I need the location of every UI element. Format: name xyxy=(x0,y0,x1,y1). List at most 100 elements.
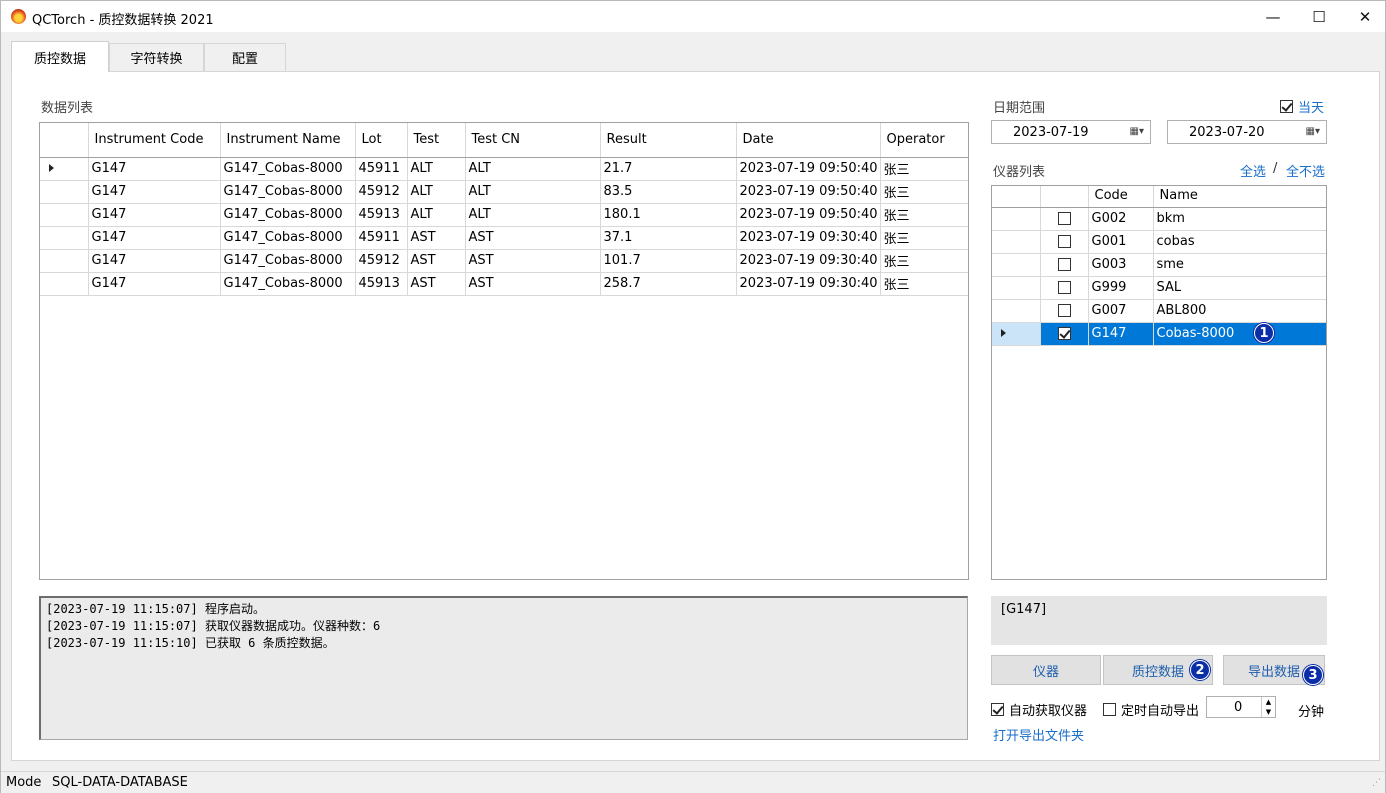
instrument-name[interactable]: bkm xyxy=(1153,207,1326,231)
instrument-checkbox[interactable] xyxy=(1057,235,1071,248)
table-row[interactable]: G147 G147_Cobas-8000 45913 AST AST 258.7 2023-… xyxy=(40,272,968,296)
instrument-row[interactable]: G002 bkm xyxy=(992,207,1326,231)
auto-export-option[interactable]: 定时自动导出 xyxy=(1103,700,1199,719)
instrument-row[interactable]: G147 Cobas-8000 xyxy=(992,322,1326,346)
spin-up-icon[interactable]: ▲ xyxy=(1261,697,1275,707)
maximize-button[interactable]: ☐ xyxy=(1296,1,1342,32)
row-header[interactable] xyxy=(40,272,89,296)
instrument-check-cell[interactable] xyxy=(1040,299,1089,323)
today-option[interactable]: 当天 xyxy=(1280,97,1324,116)
date-to-picker[interactable]: 2023-07-20 ▦▾ xyxy=(1167,120,1327,144)
calendar-dropdown-icon[interactable]: ▦▾ xyxy=(1306,126,1320,137)
col-header-instrument-name[interactable]: Instrument Name xyxy=(220,123,356,158)
table-cell[interactable]: ALT xyxy=(465,157,601,181)
col-header-result[interactable]: Result xyxy=(600,123,737,158)
table-cell[interactable]: G147_Cobas-8000 xyxy=(220,249,356,273)
table-cell[interactable]: ALT xyxy=(407,180,466,204)
table-cell[interactable]: 张三 xyxy=(880,157,968,181)
row-header[interactable] xyxy=(992,276,1041,300)
table-row[interactable]: G147 G147_Cobas-8000 45912 AST AST 101.7 2023-… xyxy=(40,249,968,273)
instrument-code[interactable]: G007 xyxy=(1088,299,1154,323)
instrument-name[interactable]: sme xyxy=(1153,253,1326,277)
table-cell[interactable]: 张三 xyxy=(880,272,968,296)
table-cell[interactable]: 2023-07-19 09:30:40 xyxy=(736,272,881,296)
table-cell[interactable]: 张三 xyxy=(880,203,968,227)
table-cell[interactable]: G147 xyxy=(88,203,221,227)
instrument-row[interactable]: G007 ABL800 xyxy=(992,299,1326,323)
table-cell[interactable]: ALT xyxy=(407,203,466,227)
table-cell[interactable]: AST xyxy=(407,249,466,273)
spin-down-icon[interactable]: ▼ xyxy=(1261,707,1275,717)
tab-config[interactable]: 配置 xyxy=(204,43,286,71)
row-header[interactable] xyxy=(992,230,1041,254)
table-cell[interactable]: G147_Cobas-8000 xyxy=(220,203,356,227)
instrument-checkbox[interactable] xyxy=(1057,304,1071,317)
table-cell[interactable]: G147_Cobas-8000 xyxy=(220,226,356,250)
auto-fetch-option[interactable]: 自动获取仪器 xyxy=(991,700,1087,719)
table-cell[interactable]: G147 xyxy=(88,157,221,181)
row-header[interactable] xyxy=(992,207,1041,231)
row-header[interactable] xyxy=(40,180,89,204)
auto-fetch-checkbox[interactable] xyxy=(991,703,1004,716)
col-header-test[interactable]: Test xyxy=(407,123,466,158)
instrument-row[interactable]: G003 sme xyxy=(992,253,1326,277)
table-cell[interactable]: 45912 xyxy=(355,249,408,273)
instrument-checkbox[interactable] xyxy=(1057,281,1071,294)
table-cell[interactable]: AST xyxy=(407,272,466,296)
col-header-name[interactable]: Name xyxy=(1153,186,1326,208)
table-cell[interactable]: 258.7 xyxy=(600,272,737,296)
instrument-check-cell[interactable] xyxy=(1040,253,1089,277)
row-header[interactable] xyxy=(40,157,89,181)
col-header-date[interactable]: Date xyxy=(736,123,881,158)
table-cell[interactable]: 2023-07-19 09:30:40 xyxy=(736,249,881,273)
row-header[interactable] xyxy=(40,249,89,273)
interval-value[interactable]: 0 xyxy=(1234,700,1242,715)
instrument-checkbox[interactable] xyxy=(1057,327,1071,340)
table-row[interactable]: G147 G147_Cobas-8000 45912 ALT ALT 83.5 2023-0… xyxy=(40,180,968,204)
resize-grip-icon[interactable]: ⋰ xyxy=(1372,778,1381,788)
table-cell[interactable]: 37.1 xyxy=(600,226,737,250)
select-all-link[interactable]: 全选 xyxy=(1240,161,1266,180)
table-cell[interactable]: 21.7 xyxy=(600,157,737,181)
instrument-code[interactable]: G147 xyxy=(1088,322,1154,346)
table-cell[interactable]: 83.5 xyxy=(600,180,737,204)
instrument-name[interactable]: SAL xyxy=(1153,276,1326,300)
table-cell[interactable]: 45913 xyxy=(355,203,408,227)
table-cell[interactable]: AST xyxy=(465,226,601,250)
instrument-check-cell[interactable] xyxy=(1040,207,1089,231)
table-cell[interactable]: G147_Cobas-8000 xyxy=(220,180,356,204)
table-cell[interactable]: AST xyxy=(465,249,601,273)
row-header[interactable] xyxy=(992,299,1041,323)
table-cell[interactable]: 2023-07-19 09:50:40 xyxy=(736,157,881,181)
instrument-name[interactable]: Cobas-8000 xyxy=(1153,322,1326,346)
col-header-instrument-code[interactable]: Instrument Code xyxy=(88,123,221,158)
instrument-check-cell[interactable] xyxy=(1040,276,1089,300)
table-row[interactable]: G147 G147_Cobas-8000 45911 ALT ALT 21.7 2023-0… xyxy=(40,157,968,181)
instrument-name[interactable]: cobas xyxy=(1153,230,1326,254)
table-cell[interactable]: 张三 xyxy=(880,249,968,273)
table-cell[interactable]: 2023-07-19 09:30:40 xyxy=(736,226,881,250)
table-cell[interactable]: AST xyxy=(407,226,466,250)
instrument-button[interactable]: 仪器 xyxy=(991,655,1101,685)
interval-stepper[interactable]: 0 ▲ ▼ xyxy=(1206,696,1276,718)
auto-fetch-label[interactable]: 自动获取仪器 xyxy=(1009,700,1087,719)
minimize-button[interactable]: — xyxy=(1250,1,1296,32)
instrument-name[interactable]: ABL800 xyxy=(1153,299,1326,323)
instrument-row[interactable]: G999 SAL xyxy=(992,276,1326,300)
table-cell[interactable]: ALT xyxy=(407,157,466,181)
table-cell[interactable]: ALT xyxy=(465,203,601,227)
table-cell[interactable]: 101.7 xyxy=(600,249,737,273)
auto-export-checkbox[interactable] xyxy=(1103,703,1116,716)
log-output[interactable]: [2023-07-19 11:15:07] 程序启动。 [2023-07-19 … xyxy=(39,596,968,740)
table-row[interactable]: G147 G147_Cobas-8000 45913 ALT ALT 180.1 2023-… xyxy=(40,203,968,227)
instrument-code[interactable]: G003 xyxy=(1088,253,1154,277)
table-cell[interactable]: G147_Cobas-8000 xyxy=(220,157,356,181)
instrument-check-cell[interactable] xyxy=(1040,322,1089,346)
table-cell[interactable]: ALT xyxy=(465,180,601,204)
calendar-dropdown-icon[interactable]: ▦▾ xyxy=(1130,126,1144,137)
table-cell[interactable]: G147 xyxy=(88,249,221,273)
table-cell[interactable]: 张三 xyxy=(880,180,968,204)
instrument-code[interactable]: G001 xyxy=(1088,230,1154,254)
row-header[interactable] xyxy=(40,203,89,227)
close-button[interactable]: ✕ xyxy=(1342,1,1386,32)
